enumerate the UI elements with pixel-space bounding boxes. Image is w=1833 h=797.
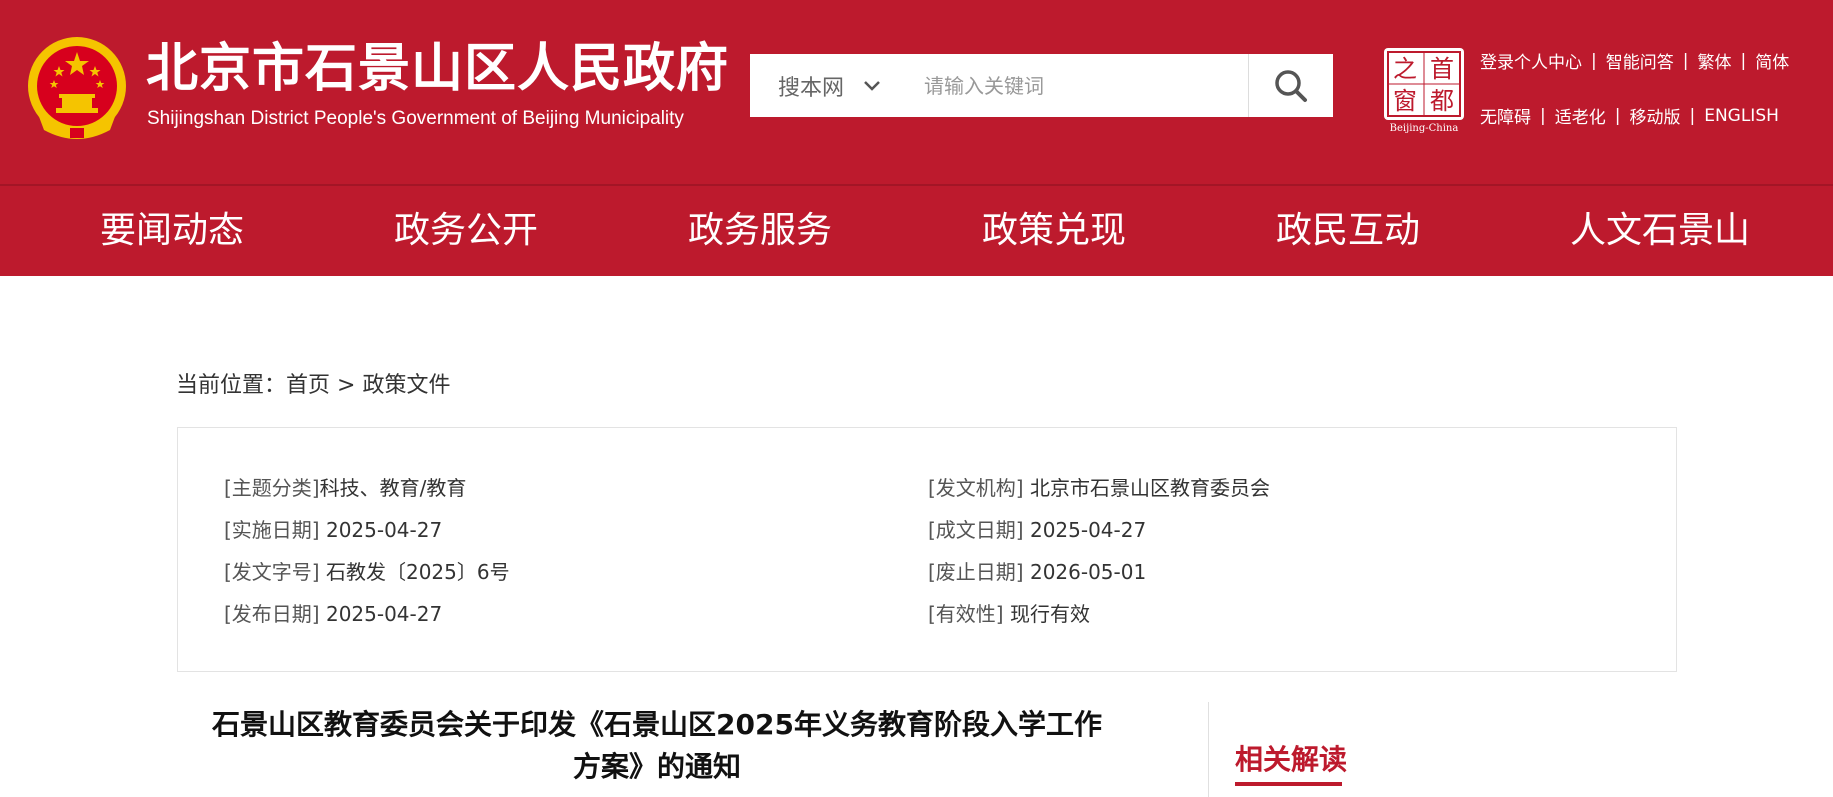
meta-value: 现行有效: [1003, 602, 1090, 626]
breadcrumb-current[interactable]: 政策文件: [362, 373, 450, 398]
capital-logo-char: 之: [1393, 55, 1417, 83]
login-link[interactable]: 登录个人中心: [1480, 48, 1582, 73]
chevron-down-icon: [864, 80, 880, 91]
nav-item-interaction[interactable]: 政民互动: [1276, 186, 1420, 276]
link-separator: |: [1540, 105, 1546, 126]
meta-publish-date: [发布日期] 2025-04-27: [224, 598, 442, 627]
capital-logo-char: 首: [1430, 55, 1454, 83]
national-emblem-icon[interactable]: [26, 34, 128, 142]
sidebar-divider: [1208, 702, 1209, 797]
meta-label: [发布日期]: [224, 602, 320, 626]
capital-logo-caption: Beijing-China: [1390, 123, 1459, 134]
search-box: 搜本网: [750, 54, 1333, 117]
search-input[interactable]: [910, 54, 1260, 117]
nav-item-government-affairs[interactable]: 政务公开: [394, 186, 538, 276]
meta-value: 科技、教育/教育: [319, 476, 467, 500]
meta-label: [发文机构]: [928, 476, 1024, 500]
nav-item-policy[interactable]: 政策兑现: [982, 186, 1126, 276]
search-icon: [1275, 69, 1307, 102]
site-header: 北京市石景山区人民政府 Shijingshan District People'…: [0, 0, 1833, 184]
capital-logo-char: 都: [1430, 87, 1454, 115]
top-links-row1: 登录个人中心 | 智能问答 | 繁体 | 简体: [1480, 48, 1789, 74]
document-title-line1: 石景山区教育委员会关于印发《石景山区2025年义务教育阶段入学工作: [212, 708, 1102, 741]
capital-logo-char: 窗: [1393, 87, 1417, 115]
site-title[interactable]: 北京市石景山区人民政府: [146, 36, 729, 102]
meta-label: [有效性]: [928, 602, 1004, 626]
meta-value: 北京市石景山区教育委员会: [1023, 476, 1270, 500]
related-tab-underline: [1235, 782, 1342, 786]
document-title-line2: 方案》的通知: [572, 750, 741, 783]
related-interpretation-tab[interactable]: 相关解读: [1235, 738, 1347, 778]
search-scope-dropdown[interactable]: 搜本网: [750, 54, 910, 117]
link-separator: |: [1689, 105, 1696, 126]
nav-item-services[interactable]: 政务服务: [688, 186, 832, 276]
meta-doc-number: [发文字号] 石教发〔2025〕6号: [224, 556, 510, 585]
meta-value: 2026-05-01: [1023, 560, 1147, 584]
breadcrumb-home[interactable]: 首页: [286, 373, 330, 398]
link-separator: |: [1682, 50, 1689, 71]
accessibility-link[interactable]: 无障碍: [1480, 103, 1531, 128]
link-separator: |: [1591, 50, 1597, 71]
breadcrumb-prefix: 当前位置：: [176, 373, 287, 398]
search-button[interactable]: [1248, 54, 1333, 117]
link-separator: |: [1740, 50, 1747, 71]
capital-window-logo[interactable]: 之 首 窗 都 Beijing-China: [1384, 48, 1464, 134]
meta-written-date: [成文日期] 2025-04-27: [928, 514, 1146, 543]
document-meta-box: [主题分类]科技、教育/教育 [发文机构] 北京市石景山区教育委员会 [实施日期…: [177, 427, 1677, 672]
link-separator: |: [1614, 105, 1621, 126]
nav-item-news[interactable]: 要闻动态: [100, 186, 244, 276]
meta-expiry-date: [废止日期] 2026-05-01: [928, 556, 1146, 585]
meta-label: [废止日期]: [928, 560, 1024, 584]
mobile-version-link[interactable]: 移动版: [1629, 103, 1680, 128]
breadcrumb: 当前位置：首页 > 政策文件: [176, 367, 450, 399]
meta-value: 2025-04-27: [319, 602, 443, 626]
document-title: 石景山区教育委员会关于印发《石景山区2025年义务教育阶段入学工作 方案》的通知: [177, 704, 1137, 788]
meta-label: [发文字号]: [224, 560, 320, 584]
search-scope-label: 搜本网: [777, 75, 844, 101]
meta-value: 石教发〔2025〕6号: [319, 560, 510, 584]
elderly-mode-link[interactable]: 适老化: [1555, 103, 1606, 128]
meta-value: 2025-04-27: [1023, 518, 1147, 542]
meta-label: [实施日期]: [224, 518, 320, 542]
nav-item-culture[interactable]: 人文石景山: [1570, 186, 1750, 276]
meta-label: [主题分类]: [224, 476, 320, 500]
meta-label: [成文日期]: [928, 518, 1024, 542]
top-links-row2: 无障碍 | 适老化 | 移动版 | ENGLISH: [1480, 103, 1779, 129]
main-nav: 要闻动态 政务公开 政务服务 政策兑现 政民互动 人文石景山: [0, 186, 1833, 276]
smart-qa-link[interactable]: 智能问答: [1606, 48, 1674, 73]
meta-issuer: [发文机构] 北京市石景山区教育委员会: [928, 472, 1270, 501]
meta-topic: [主题分类]科技、教育/教育: [224, 472, 466, 501]
meta-validity: [有效性] 现行有效: [928, 598, 1090, 627]
meta-effective-date: [实施日期] 2025-04-27: [224, 514, 442, 543]
site-subtitle: Shijingshan District People's Government…: [147, 108, 684, 129]
simplified-chinese-link[interactable]: 简体: [1755, 48, 1789, 73]
meta-value: 2025-04-27: [319, 518, 443, 542]
traditional-chinese-link[interactable]: 繁体: [1697, 48, 1731, 73]
breadcrumb-separator: >: [330, 373, 363, 398]
english-link[interactable]: ENGLISH: [1704, 106, 1779, 126]
